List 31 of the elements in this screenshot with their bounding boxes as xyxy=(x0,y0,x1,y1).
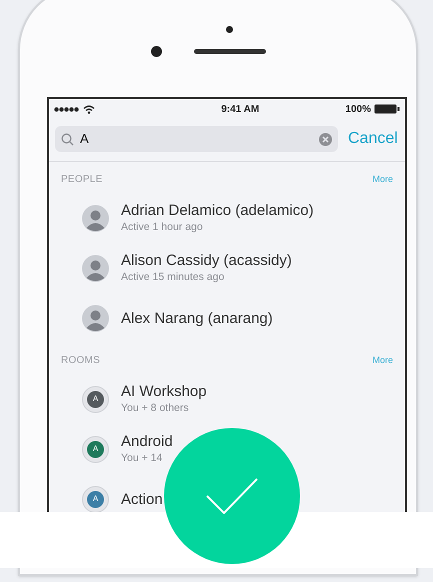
section-header: PEOPLE xyxy=(61,173,103,187)
checkmark-icon xyxy=(206,478,258,514)
result-name: Alex Narang (anarang) xyxy=(121,308,273,328)
result-name: Action xyxy=(121,490,163,508)
clear-icon[interactable] xyxy=(319,132,332,146)
room-initial: A xyxy=(87,490,104,508)
result-subtitle: Active 1 hour ago xyxy=(121,220,204,235)
result-name: Android xyxy=(121,432,173,451)
wifi-icon xyxy=(83,104,95,114)
avatar-icon xyxy=(82,254,109,282)
result-name: Alison Cassidy (acassidy) xyxy=(121,250,292,270)
result-name: Adrian Delamico (adelamico) xyxy=(121,200,314,220)
result-subtitle: Active 15 minutes ago xyxy=(121,270,226,285)
more-link[interactable]: More xyxy=(372,172,393,186)
search-icon xyxy=(61,132,74,146)
result-subtitle: You + 14 xyxy=(121,450,164,466)
room-initial: A xyxy=(87,440,104,458)
battery-icon xyxy=(374,104,400,114)
more-link[interactable]: More xyxy=(372,354,393,368)
avatar-icon xyxy=(82,204,109,232)
battery-percent: 100% xyxy=(345,102,371,116)
signal-icon xyxy=(54,106,80,112)
result-name: AI Workshop xyxy=(121,382,207,401)
status-time: 9:41 AM xyxy=(221,102,260,116)
search-field[interactable]: A xyxy=(55,126,338,152)
result-subtitle: You + 8 others xyxy=(121,400,190,416)
room-initial: A xyxy=(87,390,104,408)
section-header: ROOMS xyxy=(61,354,100,368)
cancel-button[interactable]: Cancel xyxy=(348,127,398,151)
speaker-grille xyxy=(194,49,266,54)
avatar-icon xyxy=(82,304,109,332)
